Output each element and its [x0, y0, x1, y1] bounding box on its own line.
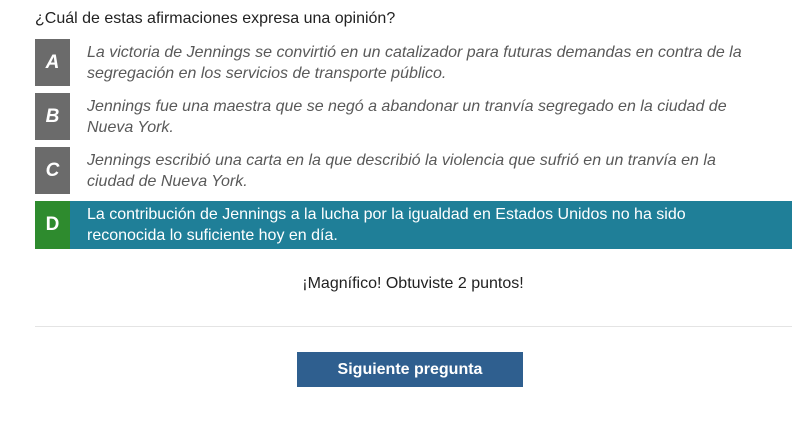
next-question-button[interactable]: Siguiente pregunta: [297, 352, 523, 387]
option-text: Jennings escribió una carta en la que de…: [87, 152, 716, 190]
answer-option-c[interactable]: C Jennings escribió una carta en la que …: [35, 147, 792, 194]
quiz-panel: ¿Cuál de estas afirmaciones expresa una …: [0, 0, 796, 426]
divider: [35, 326, 792, 327]
question-text: ¿Cuál de estas afirmaciones expresa una …: [35, 10, 396, 27]
option-text: La victoria de Jennings se convirtió en …: [87, 44, 742, 82]
option-letter-badge-correct: D: [35, 201, 70, 249]
answer-option-d-selected[interactable]: D La contribución de Jennings a la lucha…: [35, 201, 792, 249]
feedback-message: ¡Magnífico! Obtuviste 2 puntos!: [302, 275, 524, 292]
option-letter-badge: B: [35, 93, 70, 140]
answer-option-a[interactable]: A La victoria de Jennings se convirtió e…: [35, 39, 792, 86]
option-letter-badge: A: [35, 39, 70, 86]
option-letter-badge: C: [35, 147, 70, 194]
answer-option-b[interactable]: B Jennings fue una maestra que se negó a…: [35, 93, 792, 140]
option-text: Jennings fue una maestra que se negó a a…: [87, 98, 727, 136]
option-text: La contribución de Jennings a la lucha p…: [87, 206, 686, 244]
